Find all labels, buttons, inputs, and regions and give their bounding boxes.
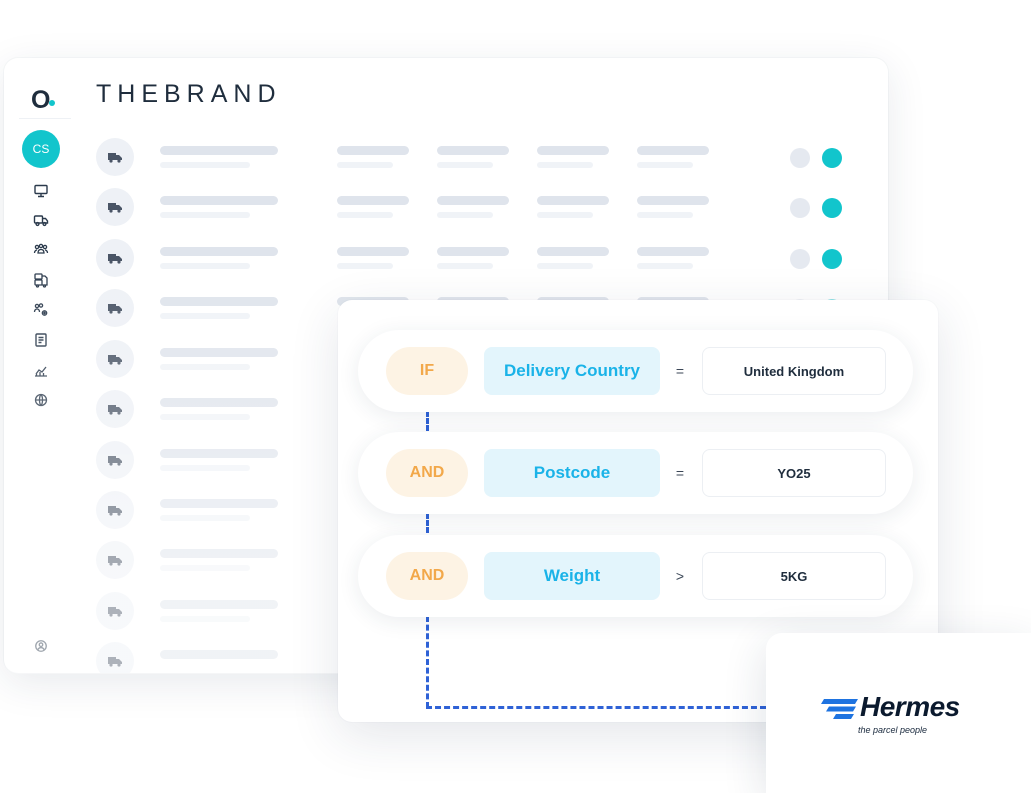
carrier-tagline: the parcel people	[858, 725, 928, 735]
status-dot-inactive[interactable]	[790, 198, 810, 218]
delivery-truck-icon	[96, 289, 134, 327]
rule-value[interactable]: United Kingdom	[702, 347, 886, 395]
status-dot-active[interactable]	[822, 198, 842, 218]
carrier-card[interactable]: Hermes the parcel people	[766, 633, 1031, 793]
carrier-connector	[426, 706, 766, 709]
rule-row[interactable]: AND Postcode = YO25	[358, 432, 913, 514]
delivery-truck-icon	[96, 340, 134, 378]
delivery-truck-icon	[96, 592, 134, 630]
rule-operator[interactable]: AND	[386, 552, 468, 600]
delivery-truck-icon	[96, 491, 134, 529]
delivery-truck-icon	[96, 390, 134, 428]
delivery-truck-icon	[96, 138, 134, 176]
rule-operator[interactable]: IF	[386, 347, 468, 395]
table-row[interactable]	[4, 239, 888, 287]
hermes-stripes-icon	[821, 699, 858, 719]
table-row[interactable]	[4, 138, 888, 186]
status-dot-active[interactable]	[822, 148, 842, 168]
status-dot-inactive[interactable]	[790, 249, 810, 269]
brand-name: THEBRAND	[96, 80, 282, 108]
rule-row[interactable]: AND Weight > 5KG	[358, 535, 913, 617]
rule-operator[interactable]: AND	[386, 449, 468, 497]
brand-logo-mark[interactable]: O	[31, 86, 50, 115]
rule-comparator[interactable]: >	[672, 552, 688, 600]
rule-connector	[426, 513, 429, 533]
rule-value[interactable]: 5KG	[702, 552, 886, 600]
rule-comparator[interactable]: =	[672, 347, 688, 395]
carrier-name: Hermes	[860, 691, 960, 722]
delivery-truck-icon	[96, 541, 134, 579]
rule-field[interactable]: Postcode	[484, 449, 660, 497]
delivery-truck-icon	[96, 188, 134, 226]
rule-connector	[426, 616, 429, 708]
rule-connector	[426, 411, 429, 431]
rule-value[interactable]: YO25	[702, 449, 886, 497]
status-dot-active[interactable]	[822, 249, 842, 269]
delivery-truck-icon	[96, 642, 134, 673]
rule-field[interactable]: Delivery Country	[484, 347, 660, 395]
rule-row[interactable]: IF Delivery Country = United Kingdom	[358, 330, 913, 412]
sidebar-divider	[19, 118, 71, 119]
table-row[interactable]	[4, 188, 888, 236]
delivery-truck-icon	[96, 239, 134, 277]
status-dot-inactive[interactable]	[790, 148, 810, 168]
rule-field[interactable]: Weight	[484, 552, 660, 600]
rule-comparator[interactable]: =	[672, 449, 688, 497]
brand-logo-dot	[49, 100, 55, 106]
hermes-logo: Hermes the parcel people	[820, 689, 980, 739]
delivery-truck-icon	[96, 441, 134, 479]
